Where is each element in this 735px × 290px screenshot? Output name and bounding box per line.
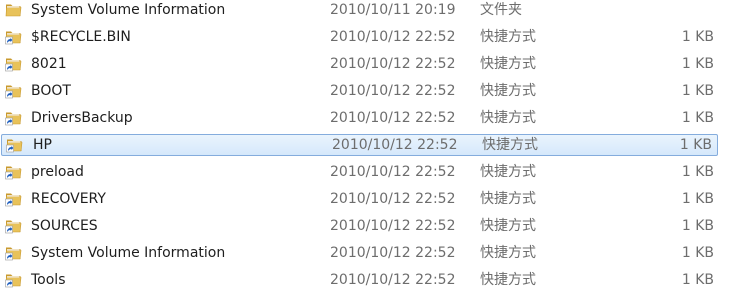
item-name: HP <box>33 137 52 153</box>
list-item[interactable]: preload 2010/10/12 22:52 快捷方式 1 KB <box>0 161 720 183</box>
item-size: 1 KB <box>681 110 714 126</box>
item-size: 1 KB <box>681 83 714 99</box>
list-item[interactable]: RECOVERY 2010/10/12 22:52 快捷方式 1 KB <box>0 188 720 210</box>
item-type: 快捷方式 <box>480 191 536 207</box>
item-name: System Volume Information <box>31 245 226 261</box>
list-item[interactable]: System Volume Information 2010/10/12 22:5… <box>0 242 720 264</box>
item-type: 快捷方式 <box>480 164 536 180</box>
item-type: 文件夹 <box>480 2 522 18</box>
item-name: preload <box>31 164 84 180</box>
item-size: 1 KB <box>681 245 714 261</box>
item-type: 快捷方式 <box>480 245 536 261</box>
item-date-modified: 2010/10/12 22:52 <box>330 29 456 45</box>
list-item[interactable]: Tools 2010/10/12 22:52 快捷方式 1 KB <box>0 269 720 290</box>
item-date-modified: 2010/10/12 22:52 <box>330 218 456 234</box>
folder-shortcut-icon <box>5 163 22 180</box>
item-type: 快捷方式 <box>480 110 536 126</box>
item-type: 快捷方式 <box>482 137 538 153</box>
item-type: 快捷方式 <box>480 83 536 99</box>
file-list: System Volume Information 2010/10/11 20:1… <box>0 0 735 290</box>
folder-shortcut-icon <box>5 109 22 126</box>
item-name: System Volume Information <box>31 2 226 18</box>
item-size: 1 KB <box>681 56 714 72</box>
item-date-modified: 2010/10/12 22:52 <box>330 272 456 288</box>
item-name: RECOVERY <box>31 191 106 207</box>
folder-icon <box>5 1 22 18</box>
item-name: DriversBackup <box>31 110 133 126</box>
item-type: 快捷方式 <box>480 218 536 234</box>
folder-shortcut-icon <box>5 271 22 288</box>
item-name: Tools <box>31 272 66 288</box>
item-date-modified: 2010/10/12 22:52 <box>330 191 456 207</box>
item-date-modified: 2010/10/12 22:52 <box>330 56 456 72</box>
list-item[interactable]: $RECYCLE.BIN 2010/10/12 22:52 快捷方式 1 KB <box>0 26 720 48</box>
item-name: BOOT <box>31 83 71 99</box>
item-type: 快捷方式 <box>480 29 536 45</box>
list-item[interactable]: SOURCES 2010/10/12 22:52 快捷方式 1 KB <box>0 215 720 237</box>
item-type: 快捷方式 <box>480 272 536 288</box>
folder-shortcut-icon <box>5 190 22 207</box>
folder-shortcut-icon <box>5 82 22 99</box>
item-size: 1 KB <box>681 191 714 207</box>
item-size: 1 KB <box>679 137 712 153</box>
list-item[interactable]: DriversBackup 2010/10/12 22:52 快捷方式 1 KB <box>0 107 720 129</box>
folder-shortcut-icon <box>5 217 22 234</box>
item-name: 8021 <box>31 56 67 72</box>
item-size: 1 KB <box>681 29 714 45</box>
folder-shortcut-icon <box>5 55 22 72</box>
folder-shortcut-icon <box>6 136 23 153</box>
list-item[interactable]: BOOT 2010/10/12 22:52 快捷方式 1 KB <box>0 80 720 102</box>
item-date-modified: 2010/10/12 22:52 <box>330 83 456 99</box>
item-type: 快捷方式 <box>480 56 536 72</box>
item-date-modified: 2010/10/12 22:52 <box>330 245 456 261</box>
item-size: 1 KB <box>681 164 714 180</box>
item-name: SOURCES <box>31 218 98 234</box>
item-date-modified: 2010/10/12 22:52 <box>330 164 456 180</box>
list-item[interactable]: System Volume Information 2010/10/11 20:1… <box>0 0 720 21</box>
item-name: $RECYCLE.BIN <box>31 29 131 45</box>
list-item[interactable]: 8021 2010/10/12 22:52 快捷方式 1 KB <box>0 53 720 75</box>
item-size: 1 KB <box>681 218 714 234</box>
list-item[interactable]: HP 2010/10/12 22:52 快捷方式 1 KB <box>1 134 718 156</box>
item-date-modified: 2010/10/12 22:52 <box>330 110 456 126</box>
item-date-modified: 2010/10/12 22:52 <box>332 137 458 153</box>
item-size: 1 KB <box>681 272 714 288</box>
item-date-modified: 2010/10/11 20:19 <box>330 2 456 18</box>
folder-shortcut-icon <box>5 244 22 261</box>
folder-shortcut-icon <box>5 28 22 45</box>
